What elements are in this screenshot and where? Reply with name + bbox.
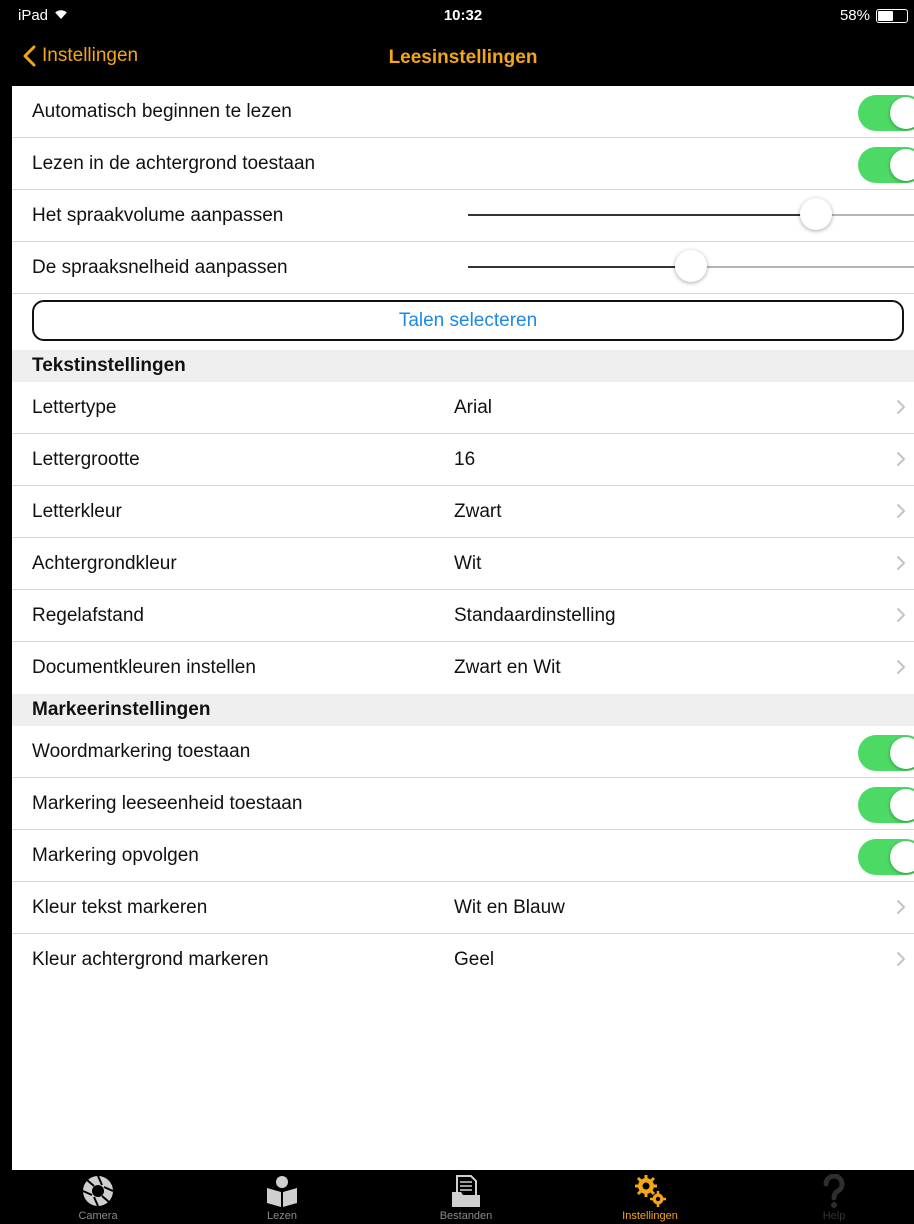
chevron-right-icon <box>896 899 906 920</box>
volume-slider-thumb[interactable] <box>799 198 832 230</box>
toggle-label: Woordmarkering toestaan <box>32 740 251 762</box>
settings-list: Automatisch beginnen te lezen Lezen in d… <box>12 86 914 986</box>
auto-start-toggle[interactable] <box>858 95 914 131</box>
setting-value: Wit <box>454 552 482 574</box>
word-highlight-row: Woordmarkering toestaan <box>12 726 914 778</box>
setting-value: Wit en Blauw <box>454 896 565 918</box>
setting-value: Arial <box>454 396 493 418</box>
setting-value: Geel <box>454 949 495 970</box>
setting-label: Kleur achtergrond markeren <box>32 949 269 970</box>
setting-row-background-color[interactable]: Achtergrondkleur Wit <box>12 538 914 590</box>
speed-slider-thumb[interactable] <box>675 250 707 282</box>
setting-row-font[interactable]: Lettertype Arial <box>12 382 914 434</box>
battery-icon <box>876 8 908 23</box>
speed-row: De spraaksnelheid aanpassen <box>12 242 914 294</box>
toggle-label: Markering opvolgen <box>32 844 199 866</box>
tab-bar: Camera Lezen Bestanden Instellingen Help <box>12 1170 914 1224</box>
page-title: Leesinstellingen <box>388 47 538 68</box>
chevron-right-icon <box>896 951 906 972</box>
setting-row-font-color[interactable]: Letterkleur Zwart <box>12 486 914 538</box>
toggle-label: Markering leeseenheid toestaan <box>32 792 303 814</box>
speed-label: De spraaksnelheid aanpassen <box>32 256 288 278</box>
setting-row-line-spacing[interactable]: Regelafstand Standaardinstelling <box>12 590 914 642</box>
setting-label: Documentkleuren instellen <box>32 657 256 678</box>
volume-label: Het spraakvolume aanpassen <box>32 204 284 226</box>
section-title-highlight: Markeerinstellingen <box>32 699 211 720</box>
word-highlight-toggle[interactable] <box>858 735 914 771</box>
setting-label: Letterkleur <box>32 500 122 522</box>
tab-label: Camera <box>78 1210 118 1222</box>
chevron-right-icon <box>896 607 906 628</box>
section-title-text: Tekstinstellingen <box>32 355 186 376</box>
page: iPad 10:32 58% Instellingen Leesinstelli… <box>0 0 914 1224</box>
camera-aperture-icon <box>38 1174 158 1208</box>
chevron-right-icon <box>896 555 906 576</box>
setting-value: Standaardinstelling <box>454 604 616 626</box>
question-mark-icon <box>774 1174 894 1208</box>
unit-highlight-row: Markering leeseenheid toestaan <box>12 778 914 830</box>
unit-highlight-toggle[interactable] <box>858 787 914 823</box>
setting-label: Lettertype <box>32 396 117 418</box>
setting-label: Kleur tekst markeren <box>32 896 208 918</box>
gears-icon <box>590 1174 710 1208</box>
chevron-right-icon <box>896 451 906 472</box>
background-reading-toggle[interactable] <box>858 147 914 183</box>
setting-value: 16 <box>454 448 476 470</box>
select-languages-button[interactable]: Talen selecteren <box>32 300 904 341</box>
volume-row: Het spraakvolume aanpassen <box>12 190 914 242</box>
tab-camera[interactable]: Camera <box>38 1170 158 1224</box>
speed-slider[interactable] <box>468 250 914 282</box>
tab-settings[interactable]: Instellingen <box>590 1170 710 1224</box>
tab-label: Help <box>822 1210 846 1222</box>
status-bar: iPad 10:32 58% <box>12 0 914 32</box>
setting-value: Zwart en Wit <box>454 657 561 678</box>
setting-row-highlight-text-color[interactable]: Kleur tekst markeren Wit en Blauw <box>12 882 914 934</box>
background-reading-row: Lezen in de achtergrond toestaan <box>12 138 914 190</box>
window-edge <box>0 0 12 1224</box>
follow-highlight-toggle[interactable] <box>858 839 914 875</box>
section-header-text: Tekstinstellingen <box>12 350 914 382</box>
tab-label: Bestanden <box>439 1210 493 1222</box>
tab-files[interactable]: Bestanden <box>406 1170 526 1224</box>
auto-start-label: Automatisch beginnen te lezen <box>32 100 292 122</box>
chevron-right-icon <box>896 399 906 420</box>
battery-percent: 58% <box>839 7 870 24</box>
auto-start-row: Automatisch beginnen te lezen <box>12 86 914 138</box>
status-right: 58% <box>840 7 908 24</box>
languages-row: Talen selecteren <box>12 294 914 350</box>
setting-label: Regelafstand <box>32 604 144 626</box>
setting-row-highlight-background-color[interactable]: Kleur achtergrond markeren Geel <box>12 934 914 986</box>
files-folder-icon <box>406 1174 526 1208</box>
setting-label: Achtergrondkleur <box>32 552 177 574</box>
background-reading-label: Lezen in de achtergrond toestaan <box>32 152 316 174</box>
follow-highlight-row: Markering opvolgen <box>12 830 914 882</box>
tab-read[interactable]: Lezen <box>222 1170 342 1224</box>
tab-label: Instellingen <box>622 1210 678 1222</box>
setting-label: Lettergrootte <box>32 448 140 470</box>
setting-value: Zwart <box>454 500 502 522</box>
chevron-right-icon <box>896 503 906 524</box>
reader-book-icon <box>222 1174 342 1208</box>
volume-slider[interactable] <box>468 198 914 230</box>
tab-help[interactable]: Help <box>774 1170 894 1224</box>
tab-label: Lezen <box>267 1210 297 1222</box>
setting-row-document-colors[interactable]: Documentkleuren instellen Zwart en Wit <box>12 642 914 694</box>
section-header-highlight: Markeerinstellingen <box>12 694 914 726</box>
setting-row-font-size[interactable]: Lettergrootte 16 <box>12 434 914 486</box>
status-time: 10:32 <box>443 7 483 24</box>
navigation-bar: Instellingen Leesinstellingen <box>12 32 914 86</box>
chevron-right-icon <box>896 659 906 680</box>
